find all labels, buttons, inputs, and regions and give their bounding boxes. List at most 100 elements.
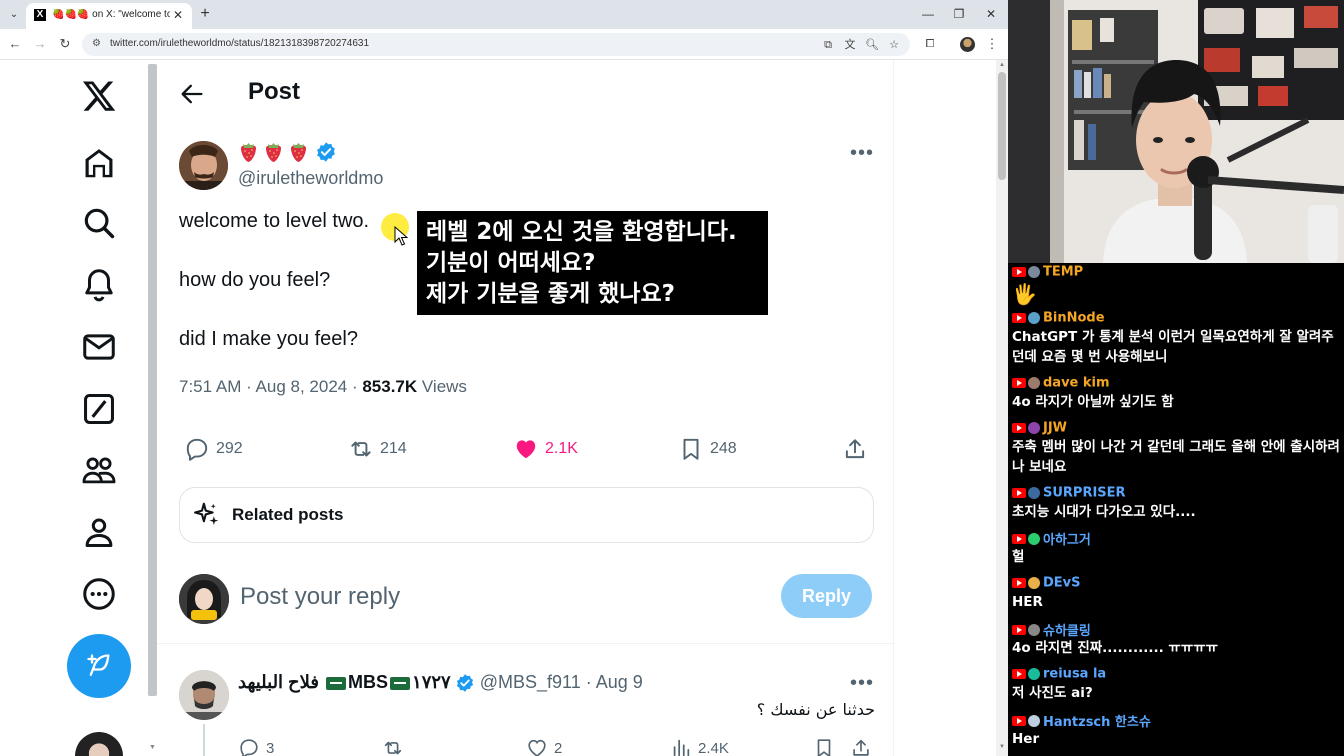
reply-bubble-icon	[240, 739, 258, 756]
views-chart-icon	[673, 739, 690, 756]
related-posts-card[interactable]: Related posts	[179, 487, 874, 543]
page-scrollbar-thumb[interactable]	[998, 72, 1006, 180]
reply2-repost-action[interactable]	[382, 737, 404, 756]
saudi-flag-icon	[390, 676, 411, 690]
author-avatar[interactable]	[179, 141, 228, 190]
messages-envelope-icon[interactable]	[80, 328, 118, 366]
browser-menu-icon[interactable]: ⋮	[984, 35, 1000, 53]
chat-author-name[interactable]: DEvS	[1043, 575, 1081, 590]
chat-avatar	[1028, 486, 1040, 499]
reply-author-name[interactable]: فلاح البليهد	[238, 672, 324, 692]
reply-more-icon[interactable]: •••	[850, 673, 874, 700]
verified-badge-icon[interactable]	[455, 673, 475, 693]
account-avatar[interactable]	[75, 732, 123, 756]
reply2-bookmark-action[interactable]	[813, 737, 835, 756]
explore-search-icon[interactable]	[80, 204, 118, 242]
tab-search-dropdown[interactable]: ⌄	[5, 6, 23, 24]
zoom-icon[interactable]: 🔍︎	[864, 37, 880, 53]
reply2-reply-action[interactable]: 3	[238, 737, 274, 756]
chat-author-name[interactable]: TEMP	[1043, 264, 1083, 279]
compose-post-button[interactable]	[67, 634, 131, 698]
extensions-icon[interactable]: ⧠	[922, 36, 938, 52]
chat-author-name[interactable]: Hantzsch 한츠슈	[1043, 715, 1151, 730]
profile-avatar[interactable]	[960, 37, 975, 52]
tweet-timestamp[interactable]: 7:51 AM · Aug 8, 2024 ·	[179, 377, 362, 396]
author-display-name[interactable]	[238, 140, 337, 166]
reload-button[interactable]: ↻	[56, 35, 74, 53]
chat-message-text: 주축 멤버 많이 나간 거 같던데 그래도 올해 안에 출시하려나 보네요	[1012, 439, 1340, 475]
reply2-share-action[interactable]	[850, 737, 872, 756]
reply-input[interactable]	[240, 580, 760, 614]
bookmark-action[interactable]: 248	[678, 436, 737, 462]
install-app-icon[interactable]: ⧉	[820, 37, 836, 53]
restore-button[interactable]: ❐	[947, 5, 971, 23]
tweet-more-icon[interactable]: •••	[850, 143, 874, 170]
chat-author-name[interactable]: 아하그거	[1043, 533, 1091, 548]
back-button[interactable]: ←	[6, 35, 24, 53]
url-text[interactable]: twitter.com/iruletheworldmo/status/18213…	[110, 38, 369, 49]
grok-icon[interactable]	[80, 390, 118, 428]
chat-author-name[interactable]: 슈하클링	[1043, 624, 1091, 639]
page-scroll-up-arrow[interactable]: ▲	[998, 62, 1006, 70]
reply-author-header[interactable]: فلاح البليهد MBS ١٧٢٧ @MBS_f911 · Aug 9	[238, 672, 643, 693]
chat-message-header: JJW	[1012, 419, 1342, 437]
share-icon	[853, 739, 869, 756]
reply-author-handle[interactable]: @MBS_f911 · Aug 9	[475, 672, 643, 692]
nav-scroll-down-arrow[interactable]: ▼	[148, 744, 157, 753]
translate-icon[interactable]: 文	[842, 37, 858, 53]
omnibox[interactable]: ⚙ twitter.com/iruletheworldmo/status/182…	[82, 33, 910, 56]
notifications-bell-icon[interactable]	[80, 266, 118, 304]
communities-icon[interactable]	[80, 451, 118, 489]
more-options-icon[interactable]	[80, 575, 118, 613]
site-info-icon[interactable]: ⚙	[92, 38, 104, 50]
address-bar-row: ← → ↻ ⚙ twitter.com/iruletheworldmo/stat…	[0, 29, 1008, 60]
chat-message-text: 🖐	[1012, 282, 1037, 306]
close-window-button[interactable]: ✕	[979, 5, 1003, 23]
minimize-button[interactable]: —	[916, 5, 940, 23]
browser-window: ⌄ X 🍓🍓🍓 on X: "welcome to l ✕ + — ❐ ✕ ← …	[0, 0, 1008, 756]
reply-action[interactable]: 292	[184, 436, 243, 462]
chat-message: JJW 주축 멤버 많이 나간 거 같던데 그래도 올해 안에 출시하려나 보네요	[1012, 419, 1342, 477]
page-scroll-down-arrow[interactable]: ▼	[998, 744, 1006, 752]
close-tab-icon[interactable]: ✕	[170, 7, 186, 23]
reply-author-name-suffix[interactable]: ١٧٢٧	[412, 672, 451, 692]
nav-scrollbar[interactable]	[148, 64, 157, 696]
browser-tab[interactable]: X 🍓🍓🍓 on X: "welcome to l ✕	[26, 3, 192, 29]
reply-author-name-mid[interactable]: MBS	[348, 672, 388, 692]
reply-button[interactable]: Reply	[781, 574, 872, 618]
chat-avatar	[1028, 376, 1040, 389]
chat-message-header: DEvS	[1012, 574, 1342, 592]
share-icon	[845, 439, 865, 459]
like-action[interactable]: 2.1K	[513, 436, 578, 462]
chat-author-name[interactable]: reiusa la	[1043, 666, 1106, 681]
chat-author-name[interactable]: dave kim	[1043, 375, 1110, 390]
reply2-like-action[interactable]: 2	[526, 737, 562, 756]
home-icon[interactable]	[80, 144, 118, 182]
share-action[interactable]	[842, 436, 868, 462]
chat-avatar	[1028, 576, 1040, 589]
verified-badge-icon[interactable]	[315, 141, 337, 163]
reply-text: حدثنا عن نفسك ؟	[756, 700, 875, 719]
chat-message-text: HER	[1012, 594, 1043, 610]
x-logo-icon[interactable]	[81, 78, 117, 114]
reply2-views-action[interactable]: 2.4K	[670, 737, 729, 756]
chat-avatar	[1028, 265, 1040, 278]
reply-author-avatar[interactable]	[179, 670, 229, 720]
chat-author-name[interactable]: BinNode	[1043, 310, 1105, 325]
chat-message: DEvS HER	[1012, 574, 1342, 612]
chat-author-name[interactable]: SURPRISER	[1043, 485, 1126, 500]
profile-icon[interactable]	[80, 513, 118, 551]
my-avatar[interactable]	[179, 574, 229, 624]
chat-author-name[interactable]: JJW	[1043, 420, 1067, 435]
author-handle[interactable]: @iruletheworldmo	[238, 168, 383, 189]
bookmark-star-icon[interactable]: ☆	[886, 37, 902, 53]
new-tab-button[interactable]: +	[196, 5, 214, 23]
back-arrow-icon[interactable]	[178, 80, 206, 108]
repost-action[interactable]: 214	[348, 436, 407, 462]
forward-button[interactable]: →	[31, 35, 49, 53]
chat-message-text: 초지능 시대가 다가오고 있다....	[1012, 504, 1196, 520]
heart-filled-icon	[516, 440, 536, 459]
youtube-badge-icon	[1012, 377, 1026, 388]
thread-connector	[203, 724, 205, 756]
subtitle-line: 레벨 2에 오신 것을 환영합니다.	[426, 219, 737, 245]
